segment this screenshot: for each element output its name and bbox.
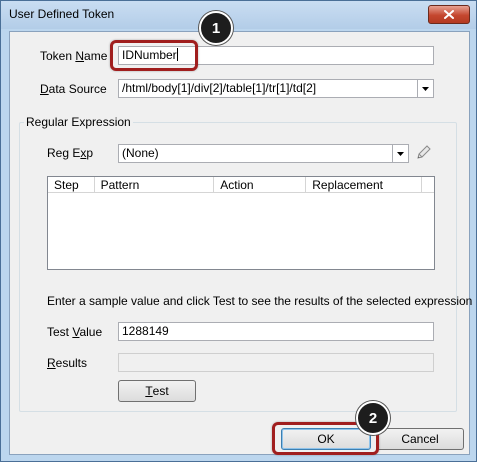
chevron-down-icon	[422, 86, 429, 91]
edit-regex-button[interactable]	[414, 142, 434, 162]
step-badge-2: 2	[356, 401, 390, 435]
token-name-label: Token Name	[40, 49, 108, 63]
data-source-label: Data Source	[40, 82, 107, 96]
reg-exp-label: Reg Exp	[47, 146, 94, 160]
column-header-pattern[interactable]: Pattern	[94, 177, 215, 193]
reg-exp-select[interactable]: (None)	[118, 144, 409, 163]
reg-exp-dropdown-button[interactable]	[392, 145, 408, 162]
column-header-replacement[interactable]: Replacement	[306, 177, 422, 193]
cancel-button[interactable]: Cancel	[376, 428, 464, 450]
table-header: Step Pattern Action Replacement	[48, 177, 434, 193]
test-hint-text: Enter a sample value and click Test to s…	[47, 294, 473, 308]
regex-steps-table[interactable]: Step Pattern Action Replacement	[47, 176, 435, 270]
column-header-filler	[421, 177, 434, 193]
data-source-value: /html/body[1]/div[2]/table[1]/tr[1]/td[2…	[122, 81, 317, 95]
results-label: Results	[47, 356, 88, 370]
highlight-token-name	[110, 40, 198, 71]
test-value-text: 1288149	[122, 324, 169, 338]
chevron-down-icon	[397, 151, 404, 156]
step-badge-1: 1	[199, 11, 233, 45]
test-button[interactable]: Test	[118, 380, 196, 402]
test-value-input[interactable]: 1288149	[118, 322, 434, 341]
dialog-window: User Defined Token Token Name IDNumber D…	[0, 0, 477, 462]
pencil-icon	[417, 145, 431, 159]
data-source-dropdown-button[interactable]	[417, 80, 433, 97]
window-title: User Defined Token	[9, 7, 115, 21]
test-value-label: Test Value	[47, 325, 103, 339]
data-source-select[interactable]: /html/body[1]/div[2]/table[1]/tr[1]/td[2…	[118, 79, 434, 98]
dialog-body: Token Name IDNumber Data Source /html/bo…	[9, 31, 473, 455]
column-header-step[interactable]: Step	[48, 177, 95, 193]
close-button[interactable]	[428, 5, 470, 24]
results-field	[118, 353, 434, 372]
column-header-action[interactable]: Action	[214, 177, 307, 193]
title-bar[interactable]: User Defined Token	[1, 1, 476, 29]
reg-exp-value: (None)	[122, 146, 159, 160]
close-icon	[444, 10, 454, 19]
regex-group-title: Regular Expression	[24, 115, 133, 129]
